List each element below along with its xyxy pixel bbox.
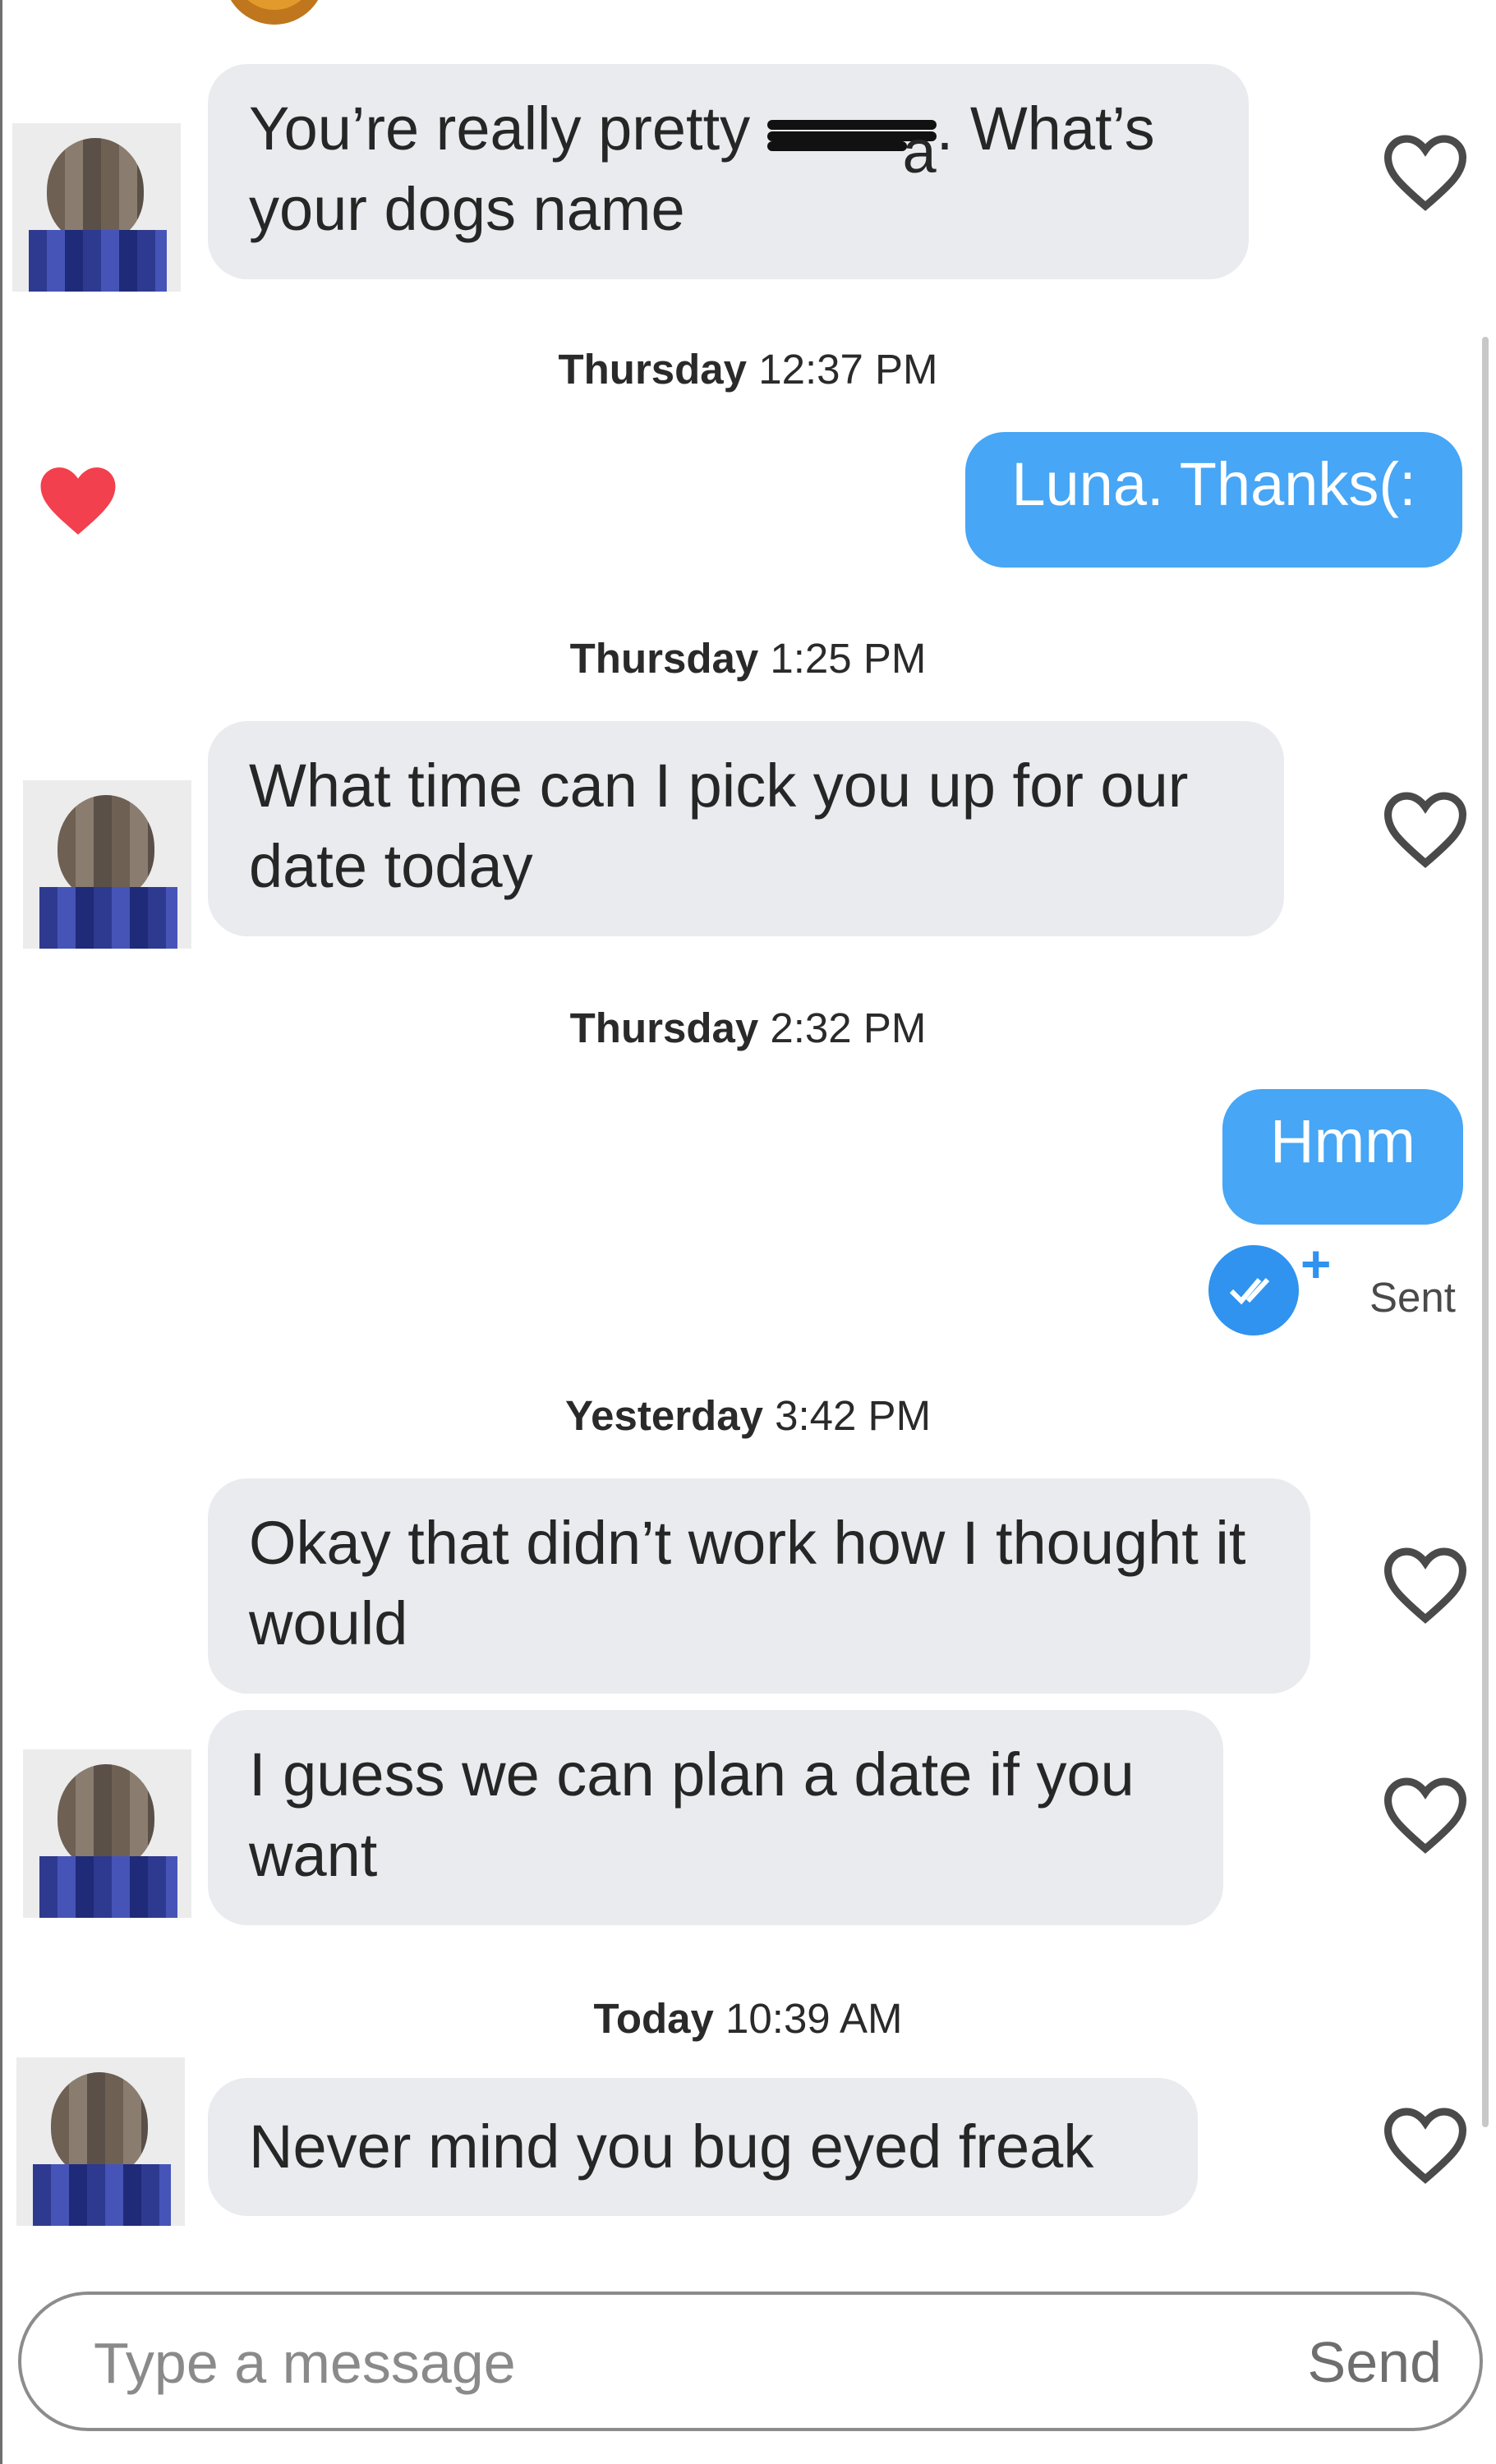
message-text: Luna. Thanks(: <box>1011 450 1416 518</box>
message-text: Hmm <box>1270 1107 1415 1175</box>
message-bubble-incoming[interactable]: Okay that didn’t work how I thought it w… <box>208 1478 1310 1694</box>
timestamp: Thursday 1:25 PM <box>569 635 927 682</box>
timestamp: Yesterday 3:42 PM <box>564 1392 932 1439</box>
message-text: I guess we can plan a date if you want <box>249 1740 1135 1889</box>
redacted-name: a <box>766 110 937 186</box>
heart-outline-icon[interactable] <box>1380 788 1471 871</box>
message-bubble-outgoing[interactable]: Hmm <box>1222 1089 1463 1225</box>
message-bubble-incoming[interactable]: What time can I pick you up for our date… <box>208 721 1284 936</box>
message-input[interactable] <box>92 2321 1163 2405</box>
heart-outline-icon[interactable] <box>1380 2104 1471 2186</box>
heart-filled-icon[interactable] <box>33 460 123 542</box>
partner-badge <box>223 0 325 25</box>
heart-outline-icon[interactable] <box>1380 1774 1471 1856</box>
scrollbar[interactable] <box>1482 337 1489 2127</box>
message-bubble-incoming[interactable]: Never mind you bug eyed freak <box>208 2078 1198 2216</box>
timestamp: Thursday 12:37 PM <box>558 346 938 393</box>
avatar[interactable] <box>16 2057 185 2226</box>
message-text: Okay that didn’t work how I thought it w… <box>249 1509 1246 1657</box>
send-button[interactable]: Send <box>1308 2329 1442 2395</box>
message-bubble-incoming[interactable]: You’re really pretty a. What’s your dogs… <box>208 64 1249 279</box>
avatar[interactable] <box>12 123 181 292</box>
message-composer: Send <box>18 2292 1483 2431</box>
heart-outline-icon[interactable] <box>1380 131 1471 214</box>
message-text: Never mind you bug eyed freak <box>249 2112 1094 2181</box>
message-bubble-outgoing[interactable]: Luna. Thanks(: <box>965 432 1462 568</box>
double-check-icon <box>1208 1245 1299 1335</box>
message-text: What time can I pick you up for our date… <box>249 752 1189 900</box>
delivery-status: + Sent <box>1204 1234 1466 1339</box>
avatar[interactable] <box>23 780 191 949</box>
sent-label: Sent <box>1369 1274 1456 1321</box>
timestamp: Thursday 2:32 PM <box>569 1004 927 1051</box>
plus-icon[interactable]: + <box>1300 1234 1331 1294</box>
avatar[interactable] <box>23 1749 191 1918</box>
message-bubble-incoming[interactable]: I guess we can plan a date if you want <box>208 1710 1223 1925</box>
timestamp: Today 10:39 AM <box>593 1995 903 2042</box>
message-text-start: You’re really pretty <box>249 94 767 163</box>
heart-outline-icon[interactable] <box>1380 1544 1471 1626</box>
